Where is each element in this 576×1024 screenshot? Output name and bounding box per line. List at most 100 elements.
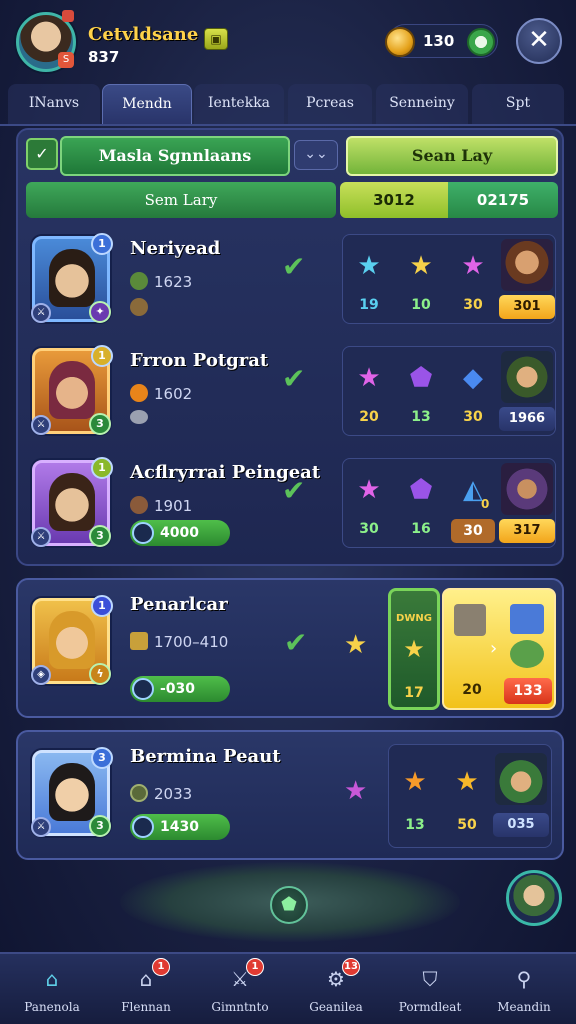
check-icon: ✔	[284, 626, 308, 659]
crate-icon	[454, 604, 486, 636]
list-item[interactable]: 1 ⚔ 3 Frron Potgrat 1602 ✔ ★ 20 ⬟ 13 ◆ 30 1…	[26, 340, 558, 442]
power-value: 1430	[160, 819, 199, 835]
reward-tag: 317	[499, 519, 555, 543]
tab-spt[interactable]: Spt	[472, 84, 564, 124]
player-name: Bermina Peaut	[130, 746, 281, 767]
nav-guild[interactable]: ⛉ Pormdleat	[382, 960, 478, 1024]
reward-portrait[interactable]: 1966	[499, 351, 555, 433]
reward-box-gold[interactable]: › 20 133	[442, 588, 556, 710]
sword-icon	[132, 522, 154, 544]
power-pill: 4000	[130, 520, 230, 546]
bottom-navigation: ⌂ Panenola ⌂ 1 Flennan ⚔ 1 Gimntnto ⚙ 13 Ge…	[0, 952, 576, 1024]
power-pill: 1430	[130, 814, 230, 840]
shield-icon[interactable]: ⬟	[270, 886, 308, 924]
tab-ientekka[interactable]: Ientekka	[194, 84, 284, 124]
gem-icon: ◆	[463, 363, 483, 393]
reward-box: ★ 19 ★ 10 ★ 30 301	[342, 234, 556, 324]
nav-home[interactable]: ⌂ Panenola	[4, 960, 100, 1024]
reward-cell: ★ 50	[441, 745, 493, 849]
sub-icon	[130, 298, 148, 320]
expand-dropdown-button[interactable]: ⌄⌄	[294, 140, 338, 170]
reward-cell: ⬟ 16	[395, 459, 447, 549]
gem-icon: ⬟	[409, 363, 433, 393]
level-badge: 1	[91, 457, 113, 479]
list-item[interactable]: 1 ⚔ ✦ Neriyead 1623 ✔ ★ 19 ★ 10 ★ 30 301	[26, 228, 558, 330]
house-icon: ⌂ 1	[130, 958, 170, 994]
reward-box: ★ 20 ⬟ 13 ◆ 30 1966	[342, 346, 556, 436]
nav-label: Flennan	[121, 1000, 171, 1014]
reward-value: 20	[359, 409, 379, 425]
reward-portrait-image	[501, 239, 553, 291]
filter-bar-right[interactable]: 02175	[448, 182, 558, 218]
target-icon	[130, 784, 148, 802]
small-count: 0	[481, 497, 490, 511]
reward-value: 50	[457, 817, 477, 833]
avatar: 1 ◈ ϟ	[31, 595, 113, 685]
class-icon: 3	[89, 413, 111, 435]
nav-shop[interactable]: ⌂ 1 Flennan	[98, 958, 194, 1024]
score: 1623	[130, 272, 192, 291]
reward-value: 30	[451, 519, 495, 543]
reward-value: 30	[463, 409, 483, 425]
avatar: 1 ⚔ 3	[31, 345, 113, 435]
reward-cell: ◆ 30	[447, 347, 499, 437]
reward-portrait[interactable]: 317	[499, 463, 555, 545]
character-portrait	[49, 361, 95, 419]
level-badge: 1	[91, 345, 113, 367]
mode-title-button[interactable]: Masla Sgnnlaans	[60, 136, 290, 176]
sword-icon: ⚔	[31, 303, 51, 323]
sword-icon: ⚔	[31, 817, 51, 837]
character-portrait	[49, 763, 95, 821]
sword-icon: ⚔ 1	[224, 958, 264, 994]
reward-portrait-image	[501, 463, 553, 515]
star-icon: ★	[409, 251, 433, 281]
list-item[interactable]: 1 ⚔ 3 Acflryrrai Peingeat 1901 4000 ✔ ★ 3…	[26, 452, 558, 554]
list-item[interactable]: 3 ⚔ 3 Bermina Peaut 2033 1430 ★ ★ 13 ★ 50 …	[16, 730, 564, 860]
reward-box-green[interactable]: DWNG ★ 17	[388, 588, 440, 710]
sword-icon	[132, 816, 154, 838]
home-icon: ⌂	[45, 967, 59, 991]
friend-avatar-button[interactable]	[506, 870, 562, 926]
reward-cell: ★ 20	[343, 347, 395, 437]
leaf-icon	[130, 272, 148, 290]
reward-cell: ⬟ 13	[395, 347, 447, 437]
shield-icon: ⛉	[422, 967, 438, 991]
nav-profile[interactable]: ⚲ Meandin	[476, 960, 572, 1024]
tab-inanvs[interactable]: INanvs	[8, 84, 100, 124]
class-icon: ϟ	[89, 663, 111, 685]
tab-pcreas[interactable]: Pcreas	[288, 84, 372, 124]
star-icon: ★	[461, 251, 485, 281]
score: 1901	[130, 496, 192, 515]
tab-bar: INanvs Mendn Ientekka Pcreas Senneiny Sp…	[0, 84, 576, 126]
nav-badge: 13	[342, 958, 360, 976]
leaderboard-panel: ✓ Masla Sgnnlaans ⌄⌄ Sean Lay Sem Lary 3…	[16, 128, 564, 566]
power-value: -030	[160, 681, 196, 697]
reward-portrait[interactable]: 301	[499, 239, 555, 321]
featured-entry[interactable]: 1 ◈ ϟ Penarlcar 1700–410 -030 ✔ ★ DWNG ★…	[16, 578, 564, 718]
reward-portrait[interactable]: 035	[493, 753, 549, 837]
check-icon: ✔	[282, 250, 306, 283]
nav-battle[interactable]: ⚔ 1 Gimntnto	[192, 958, 288, 1024]
shield-icon	[130, 496, 148, 514]
filter-bar-mid[interactable]: 3012	[340, 182, 448, 218]
coin-icon	[385, 27, 415, 57]
filter-bar-left[interactable]: Sem Lary	[26, 182, 336, 218]
sort-button[interactable]: Sean Lay	[346, 136, 558, 176]
star-icon: ★	[357, 475, 381, 505]
star-icon: ★	[403, 635, 425, 663]
top-bar: S Cetvldsane 837 ▣ 130 ✕	[0, 0, 576, 84]
score-value: 1901	[154, 497, 193, 515]
add-coins-button[interactable]	[467, 28, 495, 56]
character-portrait	[49, 249, 95, 307]
nav-settings[interactable]: ⚙ 13 Geanilea	[288, 958, 384, 1024]
select-all-checkbox[interactable]: ✓	[26, 138, 58, 170]
reward-value: 13	[405, 817, 425, 833]
tab-senneiny[interactable]: Senneiny	[376, 84, 468, 124]
chest-icon[interactable]: ▣	[204, 28, 228, 50]
power-pill: -030	[130, 676, 230, 702]
reward-cell: ★ 13	[389, 745, 441, 849]
search-icon: ⚲	[516, 967, 532, 991]
close-button[interactable]: ✕	[516, 18, 562, 64]
tab-mendn[interactable]: Mendn	[102, 84, 192, 124]
player-name: Neriyead	[130, 238, 221, 259]
